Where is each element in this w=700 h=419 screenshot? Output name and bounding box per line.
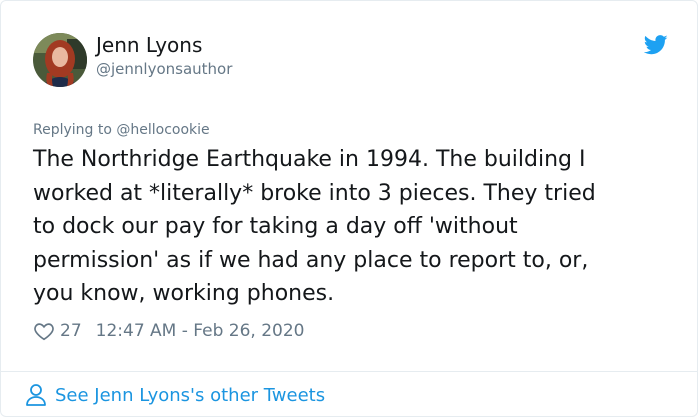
avatar-image (33, 33, 87, 87)
person-icon (26, 384, 46, 406)
heart-outline-icon[interactable] (33, 320, 55, 342)
tweet-text: The Northridge Earthquake in 1994. The b… (33, 143, 673, 311)
avatar[interactable] (33, 33, 87, 87)
tweet-card: Jenn Lyons @jennlyonsauthor Replying to … (0, 0, 698, 417)
tweet-meta: 27 12:47 AM - Feb 26, 2020 (33, 319, 304, 343)
tweet-timestamp[interactable]: 12:47 AM - Feb 26, 2020 (96, 321, 305, 341)
see-other-tweets-link[interactable]: See Jenn Lyons's other Tweets (25, 381, 325, 409)
author-handle[interactable]: @jennlyonsauthor (96, 59, 232, 79)
tweet-line: The Northridge Earthquake in 1994. The b… (33, 147, 586, 172)
tweet-line: to dock our pay for taking a day off 'wi… (33, 214, 518, 239)
replying-to[interactable]: Replying to @hellocookie (33, 120, 210, 140)
see-other-tweets-label: See Jenn Lyons's other Tweets (55, 384, 326, 406)
twitter-bird-icon[interactable] (644, 35, 668, 55)
tweet-line: worked at *literally* broke into 3 piece… (33, 180, 596, 206)
divider (1, 371, 697, 372)
tweet-line: permission' as if we had any place to re… (33, 247, 589, 273)
author-display-name[interactable]: Jenn Lyons (96, 33, 202, 57)
tweet-line: you know, working phones. (33, 281, 335, 306)
like-count: 27 (60, 321, 82, 341)
